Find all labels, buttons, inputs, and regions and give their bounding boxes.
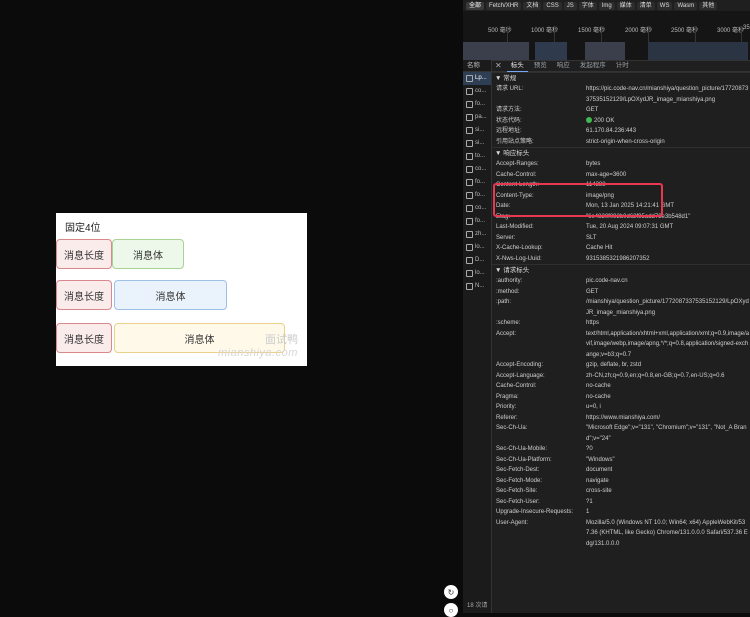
header-row: Last-Modified: Tue, 20 Aug 2024 09:07:31 … bbox=[496, 224, 674, 230]
highlight-box bbox=[493, 183, 663, 217]
timeline-tick: 500 毫秒 bbox=[488, 28, 512, 34]
tab-initiator[interactable]: 发起程序 bbox=[576, 60, 610, 71]
filter-font[interactable]: 字体 bbox=[578, 1, 597, 10]
request-item[interactable]: co... bbox=[463, 163, 491, 176]
circle-icon[interactable]: ○ bbox=[444, 603, 458, 617]
header-row: Sec-Ch-Ua-Platform: "Windows" bbox=[496, 456, 615, 463]
header-row: Accept-Language: zh-CN,zh;q=0.9,en;q=0.8,… bbox=[496, 372, 725, 379]
status-ok-icon bbox=[586, 116, 592, 123]
header-row: 请求 URL: https://pic.code-nav.cn/mianshiya… bbox=[496, 86, 749, 103]
header-row: User-Agent: Mozilla/5.0 (Windows NT 10.0;… bbox=[496, 519, 748, 547]
header-row: Sec-Ch-Ua: "Microsoft Edge";v="131", "Chr… bbox=[496, 425, 747, 442]
request-item[interactable]: si... bbox=[463, 137, 491, 150]
filter-ws[interactable]: WS bbox=[656, 1, 673, 10]
filter-fetch-xhr[interactable]: Fetch/XHR bbox=[486, 1, 522, 10]
request-item[interactable]: si... bbox=[463, 124, 491, 137]
header-row: X-Cache-Lookup: Cache Hit bbox=[496, 245, 613, 251]
request-item[interactable]: to... bbox=[463, 150, 491, 163]
request-item[interactable]: lo... bbox=[463, 267, 491, 280]
header-row: Priority: u=0, i bbox=[496, 404, 601, 410]
detail-tabs: ✕ 标头 预览 响应 发起程序 计时 bbox=[492, 60, 750, 72]
header-row: Server: SLT bbox=[496, 234, 597, 241]
header-row: Cache-Control: max-age=3600 bbox=[496, 171, 627, 178]
tab-headers[interactable]: 标头 bbox=[506, 60, 528, 72]
header-row: Accept-Ranges: bytes bbox=[496, 161, 601, 167]
rendered-image: 固定4位 消息长度 消息体 消息长度 消息体 消息长度 消息体 面试鸭 mian… bbox=[56, 213, 307, 366]
length-box: 消息长度 bbox=[56, 280, 112, 310]
header-row: Sec-Fetch-Dest: document bbox=[496, 467, 613, 473]
body-box: 消息体 bbox=[114, 280, 227, 310]
filter-media[interactable]: 媒体 bbox=[616, 1, 635, 10]
filter-img[interactable]: Img bbox=[598, 1, 615, 10]
devtools-panel: 全部 Fetch/XHR 文档 CSS JS 字体 Img 媒体 清单 WS W… bbox=[463, 0, 750, 613]
watermark-cn: 面试鸭 bbox=[265, 334, 298, 346]
header-row: 引用站点策略: strict-origin-when-cross-origin bbox=[496, 138, 665, 145]
request-item[interactable]: D... bbox=[463, 254, 491, 267]
length-box: 消息长度 bbox=[56, 323, 112, 353]
filter-js[interactable]: JS bbox=[563, 1, 577, 10]
request-item[interactable]: Lp... bbox=[463, 72, 491, 85]
header-row: Upgrade-Insecure-Requests: 1 bbox=[496, 509, 590, 515]
filter-all[interactable]: 全部 bbox=[466, 1, 485, 10]
headers-panel: ▼ 常规 请求 URL: https://pic.code-nav.cn/mian… bbox=[492, 72, 750, 549]
timeline-bar bbox=[585, 42, 625, 60]
header-row: :path:/mianshiya/question_picture/177208… bbox=[496, 299, 749, 316]
filter-other[interactable]: 其他 bbox=[699, 1, 718, 10]
timeline-bar bbox=[648, 42, 748, 60]
tab-timing[interactable]: 计时 bbox=[612, 60, 633, 71]
filter-manifest[interactable]: 清单 bbox=[636, 1, 655, 10]
timeline-bar bbox=[535, 42, 567, 60]
tab-preview[interactable]: 预览 bbox=[530, 60, 551, 71]
timeline-bar bbox=[463, 42, 529, 60]
name-column-header[interactable]: 名称 bbox=[463, 60, 491, 72]
request-item[interactable]: zh... bbox=[463, 228, 491, 241]
header-row: X-Nws-Log-Uuid: 9315385321986207352 bbox=[496, 255, 650, 262]
filter-css[interactable]: CSS bbox=[543, 1, 562, 10]
header-row: Accept-Encoding: gzip, deflate, br, zstd bbox=[496, 362, 642, 368]
watermark-en: mianshiya.com bbox=[218, 347, 298, 359]
header-row: Accept: text/html,application/xhtml+xml,a… bbox=[496, 330, 750, 358]
header-row: 请求方法: GET bbox=[496, 107, 599, 113]
request-list: 名称 Lp... co... fo... pa... si... si... t… bbox=[463, 60, 492, 613]
header-row: Referer: https://www.mianshiya.com/ bbox=[496, 414, 661, 421]
length-box: 消息长度 bbox=[56, 239, 112, 269]
header-row: Pragma: no-cache bbox=[496, 393, 611, 400]
close-icon[interactable]: ✕ bbox=[492, 61, 505, 70]
timeline-tick: 2500 毫秒 bbox=[671, 28, 699, 34]
section-general[interactable]: ▼ 常规 bbox=[492, 72, 750, 84]
request-item[interactable]: pa... bbox=[463, 111, 491, 124]
filter-bar: 全部 Fetch/XHR 文档 CSS JS 字体 Img 媒体 清单 WS W… bbox=[463, 0, 750, 11]
section-request-headers[interactable]: ▼ 请求标头 bbox=[492, 264, 750, 276]
request-item[interactable]: fo... bbox=[463, 215, 491, 228]
tab-response[interactable]: 响应 bbox=[553, 60, 574, 71]
body-box: 消息体 bbox=[112, 239, 184, 269]
image-title: 固定4位 bbox=[65, 223, 101, 234]
refresh-icon[interactable]: ↻ bbox=[444, 585, 458, 599]
header-row: Cache-Control: no-cache bbox=[496, 383, 611, 389]
header-row: Sec-Ch-Ua-Mobile: ?0 bbox=[496, 446, 593, 452]
section-response-headers[interactable]: ▼ 响应标头 bbox=[492, 147, 750, 159]
request-item[interactable]: co... bbox=[463, 85, 491, 98]
timeline-tick: 3000 毫秒 bbox=[717, 28, 745, 34]
header-row: Sec-Fetch-Site: cross-site bbox=[496, 488, 612, 494]
request-item[interactable]: co... bbox=[463, 202, 491, 215]
request-item[interactable]: fo... bbox=[463, 176, 491, 189]
filter-doc[interactable]: 文档 bbox=[523, 1, 542, 10]
request-count: 18 次请 bbox=[467, 603, 488, 609]
header-row: 远程地址: 61.170.84.236:443 bbox=[496, 128, 637, 134]
network-timeline[interactable]: 500 毫秒 1000 毫秒 1500 毫秒 2000 毫秒 2500 毫秒 3… bbox=[463, 11, 750, 61]
request-item[interactable]: fo... bbox=[463, 189, 491, 202]
header-row: :scheme: https bbox=[496, 320, 600, 326]
header-row: :authority: pic.code-nav.cn bbox=[496, 278, 628, 284]
header-row: Sec-Fetch-User: ?1 bbox=[496, 498, 593, 505]
timeline-tick: 35 bbox=[743, 25, 750, 31]
request-item[interactable]: N... bbox=[463, 280, 491, 293]
filter-wasm[interactable]: Wasm bbox=[674, 1, 698, 10]
header-row: 状态代码: 200 OK bbox=[496, 116, 615, 124]
header-row: :method: GET bbox=[496, 288, 599, 295]
header-row: Sec-Fetch-Mode: navigate bbox=[496, 477, 609, 484]
request-item[interactable]: lo... bbox=[463, 241, 491, 254]
request-item[interactable]: fo... bbox=[463, 98, 491, 111]
